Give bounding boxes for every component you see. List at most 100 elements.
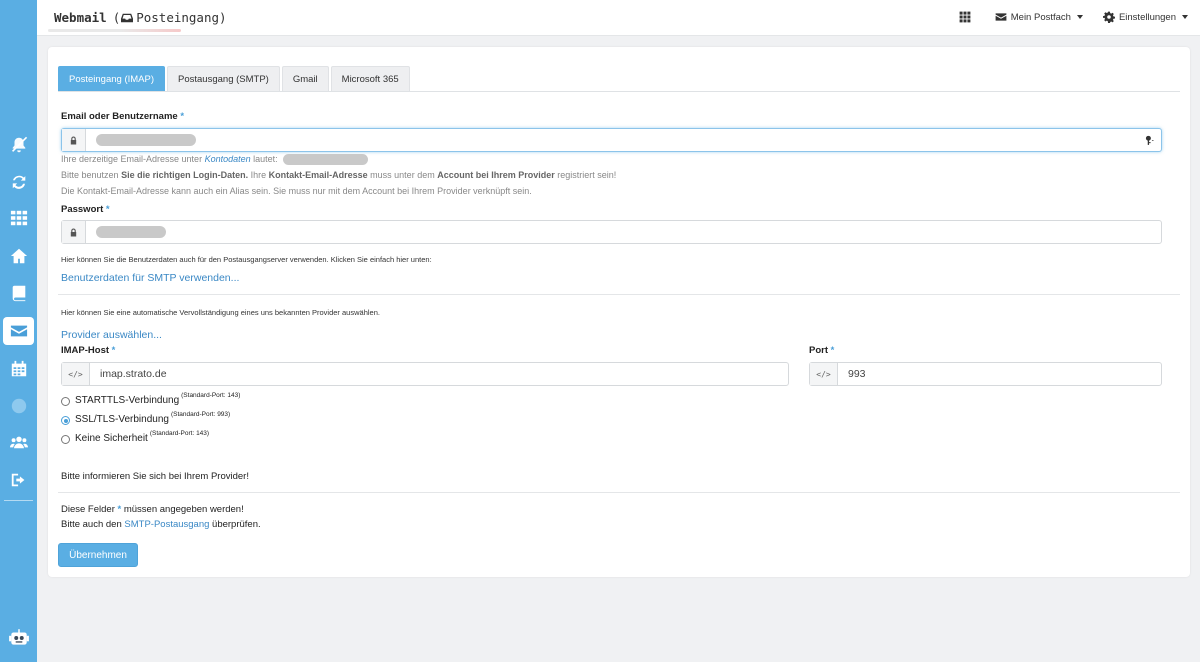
help-text-bold: Kontakt-Email-Adresse xyxy=(268,170,368,180)
email-field[interactable] xyxy=(86,129,1161,151)
email-help-1: Ihre derzeitige Email-Adresse unter Kont… xyxy=(61,154,369,166)
tab-smtp[interactable]: Postausgang (SMTP) xyxy=(167,66,280,91)
required-mark: * xyxy=(105,204,110,215)
note-text: müssen angegeben werden! xyxy=(123,504,244,515)
select-provider-link[interactable]: Provider auswählen... xyxy=(61,329,162,341)
email-label: Email oder Benutzername * xyxy=(61,111,184,122)
option-note: (Standard-Port: 143) xyxy=(149,430,210,437)
envelope-icon[interactable] xyxy=(3,317,34,345)
password-field[interactable] xyxy=(86,221,1161,243)
settings-dropdown[interactable]: Einstellungen xyxy=(1102,11,1188,23)
security-option-starttls[interactable]: STARTTLS-Verbindung (Standard-Port: 143) xyxy=(61,392,241,406)
required-mark: * xyxy=(117,504,122,515)
provider-help-text: Hier können Sie eine automatische Vervol… xyxy=(61,308,380,317)
title-paren: ( xyxy=(112,10,121,25)
title-section: Posteingang) xyxy=(136,10,227,25)
radio-button[interactable] xyxy=(61,435,70,444)
required-mark: * xyxy=(830,345,835,356)
sidebar xyxy=(0,0,37,662)
imap-host-label-text: IMAP-Host xyxy=(61,345,110,356)
page-title: Webmail ( Posteingang) xyxy=(54,10,227,25)
imap-host-group: </> imap.strato.de xyxy=(61,362,789,386)
account-data-link[interactable]: Kontodaten xyxy=(205,154,251,164)
app-name: Webmail xyxy=(54,10,107,25)
users-icon[interactable] xyxy=(3,428,34,456)
password-label: Passwort * xyxy=(61,204,110,215)
password-label-text: Passwort xyxy=(61,204,104,215)
help-text-bold: Account bei Ihrem Provider xyxy=(437,170,555,180)
tab-gmail[interactable]: Gmail xyxy=(281,66,329,91)
submit-button[interactable]: Übernehmen xyxy=(58,543,138,567)
help-text: Ihre xyxy=(250,170,267,180)
port-label: Port * xyxy=(809,345,834,356)
use-for-smtp-link[interactable]: Benutzerdaten für SMTP verwenden... xyxy=(61,272,239,284)
tab-bar: Posteingang (IMAP) Postausgang (SMTP) Gm… xyxy=(58,66,1180,92)
top-nav: Mein Postfach Einstellungen xyxy=(939,11,1188,23)
email-label-text: Email oder Benutzername xyxy=(61,111,178,122)
code-icon: </> xyxy=(62,363,90,385)
lock-icon xyxy=(62,129,86,151)
envelope-icon xyxy=(995,13,1007,21)
option-label: SSL/TLS-Verbindung xyxy=(75,414,169,425)
code-icon: </> xyxy=(810,363,838,385)
mailbox-label: Mein Postfach xyxy=(1010,11,1071,23)
help-text: lautet: xyxy=(253,154,278,164)
security-option-ssl-tls[interactable]: SSL/TLS-Verbindung (Standard-Port: 993) xyxy=(61,411,231,425)
sign-out-icon[interactable] xyxy=(3,466,34,494)
email-help-3: Die Kontakt-Email-Adresse kann auch ein … xyxy=(61,186,532,196)
key-icon[interactable] xyxy=(1141,132,1157,148)
option-note: (Standard-Port: 143) xyxy=(181,392,241,399)
calendar-icon[interactable] xyxy=(3,355,34,383)
note-text: Bitte auch den xyxy=(61,519,122,530)
grid-icon[interactable] xyxy=(3,204,34,232)
help-text: registriert sein! xyxy=(557,170,617,180)
redacted-value xyxy=(283,154,369,166)
help-text: muss unter dem xyxy=(370,170,435,180)
mailbox-dropdown[interactable]: Mein Postfach xyxy=(995,11,1083,23)
top-bar: Webmail ( Posteingang) Mein Postfach Ein… xyxy=(37,0,1200,36)
smtp-outbox-link[interactable]: SMTP-Postausgang xyxy=(124,519,209,530)
book-icon[interactable] xyxy=(3,279,34,307)
radio-button[interactable] xyxy=(61,416,70,425)
required-mark: * xyxy=(180,111,185,122)
gear-icon xyxy=(1102,11,1115,23)
loading-indicator xyxy=(48,29,181,32)
divider xyxy=(58,492,1180,493)
imap-host-input[interactable]: imap.strato.de xyxy=(90,363,788,385)
option-note: (Standard-Port: 993) xyxy=(170,411,231,418)
provider-info-text: Bitte informieren Sie sich bei Ihrem Pro… xyxy=(61,471,249,482)
email-field-group xyxy=(61,128,1162,152)
smtp-help-text: Hier können Sie die Benutzerdaten auch f… xyxy=(61,255,432,264)
grid-icon xyxy=(959,11,971,23)
tab-microsoft-365[interactable]: Microsoft 365 xyxy=(330,66,410,91)
home-icon[interactable] xyxy=(3,242,34,270)
help-text: Ihre derzeitige Email-Adresse unter xyxy=(61,154,203,164)
settings-card: Posteingang (IMAP) Postausgang (SMTP) Gm… xyxy=(48,47,1190,577)
settings-label: Einstellungen xyxy=(1118,11,1176,23)
help-text-bold: Sie die richtigen Login-Daten. xyxy=(121,170,249,180)
redacted-value xyxy=(96,226,166,238)
required-mark: * xyxy=(111,345,116,356)
email-help-2: Bitte benutzen Sie die richtigen Login-D… xyxy=(61,170,616,180)
refresh-icon[interactable] xyxy=(3,168,34,196)
smtp-check-note: Bitte auch den SMTP-Postausgang überprüf… xyxy=(61,519,261,530)
globe-icon[interactable] xyxy=(3,392,34,420)
security-option-none[interactable]: Keine Sicherheit (Standard-Port: 143) xyxy=(61,430,210,444)
option-label: STARTTLS-Verbindung xyxy=(75,395,180,406)
bell-slash-icon[interactable] xyxy=(3,131,34,159)
port-input[interactable]: 993 xyxy=(838,363,1161,385)
tab-imap[interactable]: Posteingang (IMAP) xyxy=(58,66,166,91)
sidebar-divider xyxy=(4,500,33,501)
help-text: Bitte benutzen xyxy=(61,170,119,180)
robot-icon[interactable] xyxy=(3,624,34,652)
apps-menu-button[interactable] xyxy=(959,11,975,23)
inbox-icon xyxy=(121,13,134,22)
port-label-text: Port xyxy=(809,345,828,356)
required-fields-note: Diese Felder * müssen angegeben werden! xyxy=(61,504,244,515)
lock-icon xyxy=(62,221,86,243)
note-text: Diese Felder xyxy=(61,504,115,515)
note-text: überprüfen. xyxy=(212,519,261,530)
radio-button[interactable] xyxy=(61,397,70,406)
option-label: Keine Sicherheit xyxy=(75,433,148,444)
imap-host-label: IMAP-Host * xyxy=(61,345,115,356)
